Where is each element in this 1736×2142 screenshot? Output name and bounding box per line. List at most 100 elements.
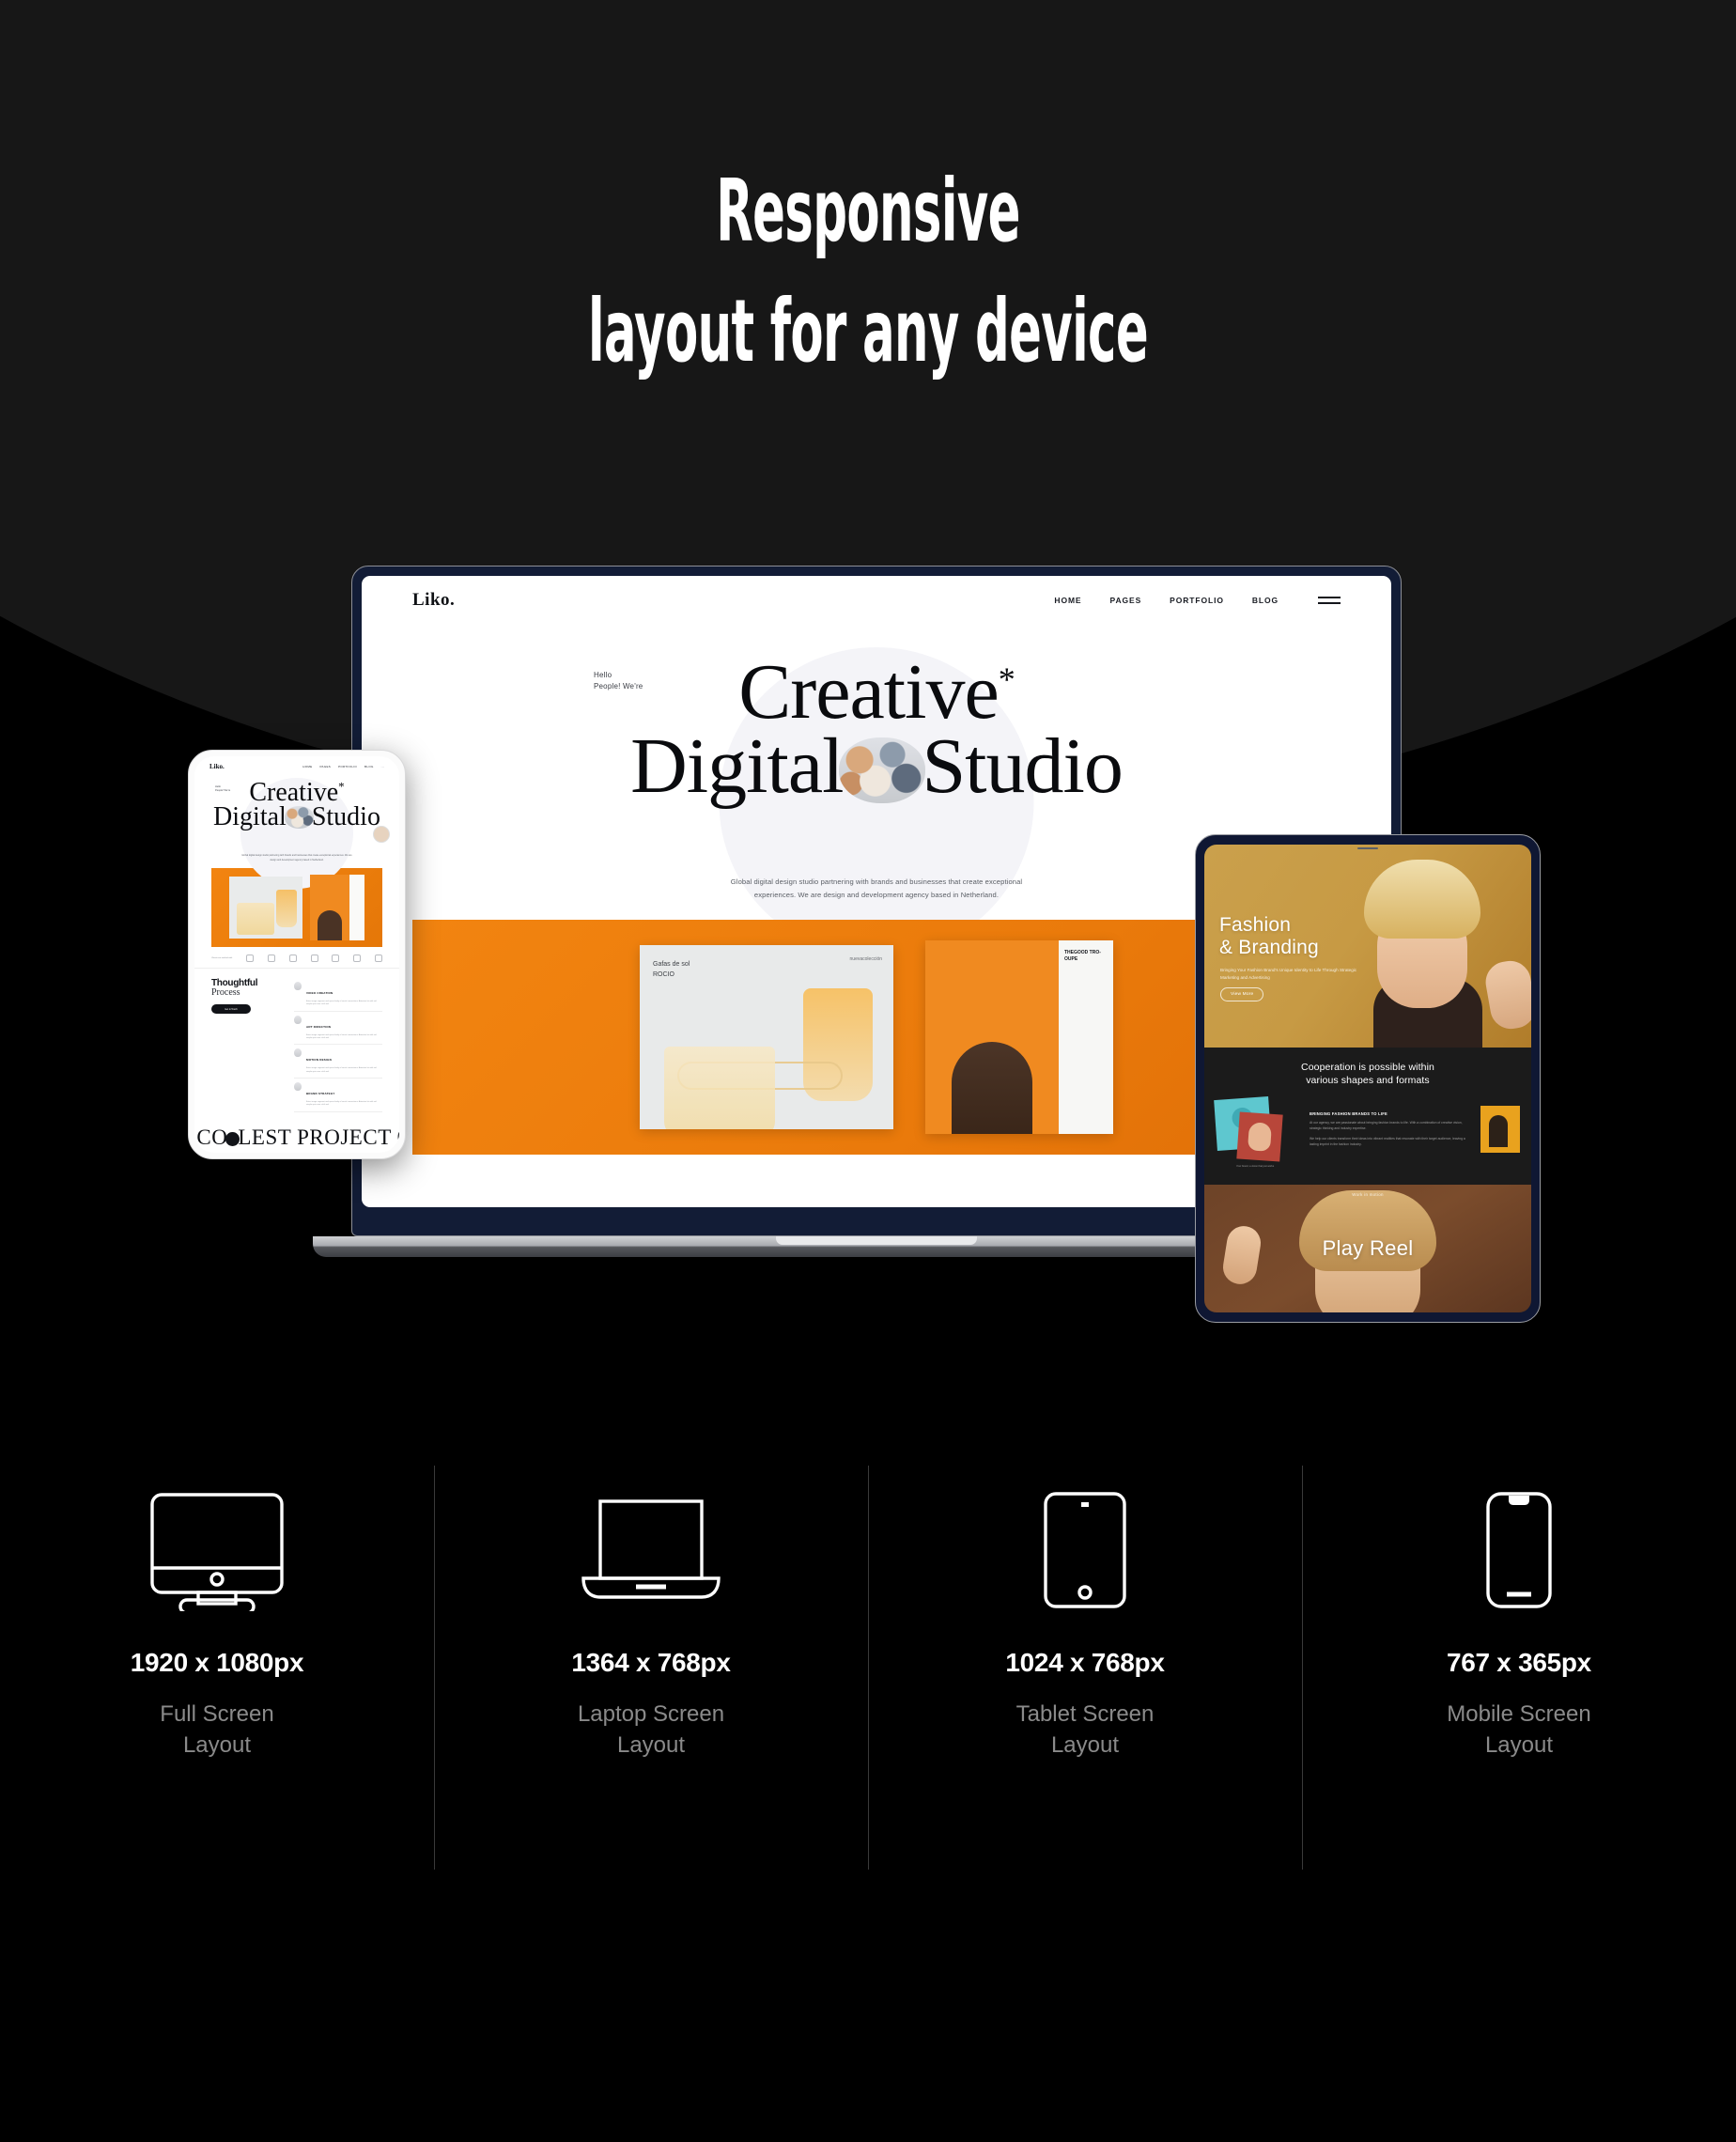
phone-eyeglasses-image	[237, 903, 274, 935]
service-text: BRAND STRATEGY Enter image segment and s…	[306, 1082, 382, 1108]
tablet-section-heading-line-2: various shapes and formats	[1306, 1075, 1430, 1087]
list-item[interactable]: VIDEO CREATION Enter image segment and s…	[294, 978, 382, 1012]
laptop-nav-portfolio[interactable]: PORTFOLIO	[1170, 596, 1224, 605]
service-name: MOTION DESIGN	[306, 1058, 332, 1063]
fashion-model-photo	[1323, 850, 1531, 1048]
tablet-feature-kicker: BRINGING FASHION BRANDS TO LIFE	[1310, 1110, 1387, 1116]
phone-gallery-card-editorial[interactable]	[229, 877, 302, 939]
gallery-card-tag: nuevacolección	[849, 956, 882, 962]
spec-name-label: Mobile Screen Layout	[1447, 1701, 1591, 1759]
spec-item-laptop-screen: 1364 x 768px Laptop Screen Layout	[434, 1466, 868, 1907]
phone-hero-heading-word-studio: Studio	[311, 802, 380, 831]
tablet-feature-row: Your brand, a vision that just works BRI…	[1214, 1096, 1520, 1168]
gallery-card-label: Gafas de sol ROCIO	[653, 961, 690, 978]
orange-fruit-image	[664, 1047, 775, 1129]
client-logo-icon-2	[267, 955, 275, 962]
spec-item-tablet-screen: 1024 x 768px Tablet Screen Layout	[868, 1466, 1302, 1907]
laptop-nav-pages[interactable]: PAGES	[1110, 596, 1142, 605]
model-hair	[1364, 860, 1480, 939]
phone-nav-blog[interactable]: BLOG	[364, 765, 374, 768]
mobile-phone-icon	[1480, 1466, 1558, 1635]
tablet-play-reel-section[interactable]: Work in motion Play Reel	[1204, 1185, 1531, 1312]
tablet-stacked-images[interactable]: Your brand, a vision that just works	[1214, 1096, 1296, 1168]
phone-abstract-spheres-icon	[284, 806, 314, 829]
laptop-icon	[580, 1466, 722, 1635]
tablet-screen: Fashion & Branding Bringing Your Fashion…	[1204, 845, 1531, 1312]
tablet-feature-body-2: We help our clients transform their idea…	[1310, 1136, 1465, 1146]
gallery-card-editorial[interactable]: nuevacolección Gafas de sol ROCIO	[640, 945, 893, 1129]
service-glyph-icon	[294, 982, 302, 990]
tablet-gallery-caption: Your brand, a vision that just works	[1236, 1165, 1275, 1169]
laptop-hero-heading: Creative* Digital Studio	[362, 653, 1391, 806]
phone-site-logo[interactable]: Liko.	[209, 763, 225, 770]
phone-process-section: Thoughtful Process Get in Touch VIDEO CR…	[194, 969, 399, 1118]
tablet-hero-heading-line-1: Fashion	[1219, 914, 1292, 936]
view-more-button[interactable]: View More	[1220, 987, 1264, 1001]
device-mockup-stage: Liko. HOME PAGES PORTFOLIO BLOG Hello Pe…	[0, 0, 1736, 1353]
laptop-nav-home[interactable]: HOME	[1054, 596, 1081, 605]
poster-root: Responsive layout for any device Liko. H…	[0, 0, 1736, 2142]
spec-size-label: 1920 x 1080px	[130, 1648, 304, 1677]
phone-hero-heading-word-digital: Digital	[213, 802, 287, 831]
get-in-touch-button[interactable]: Get in Touch	[211, 1004, 251, 1014]
phone-gallery-text-panel	[349, 875, 364, 940]
phone-site-navbar: Liko. HOME PAGES PORTFOLIO BLOG ...	[194, 756, 399, 770]
phone-nav-pages[interactable]: PAGES	[319, 765, 331, 768]
client-logo-icon-7	[374, 955, 382, 962]
spec-size-label: 1024 x 768px	[1005, 1648, 1165, 1677]
gallery-card-magazine[interactable]: THEGOOD TRO-OUPE	[925, 940, 1113, 1134]
spec-name-label: Laptop Screen Layout	[577, 1701, 725, 1759]
laptop-hero-heading-line-2: Digital Studio	[362, 727, 1391, 806]
laptop-base-notch	[776, 1236, 977, 1245]
phone-site-nav-links: HOME PAGES PORTFOLIO BLOG ...	[302, 765, 384, 768]
hamburger-icon[interactable]	[1318, 597, 1341, 604]
phone-hero-paragraph: Global digital design studio partnering …	[241, 854, 352, 861]
client-logo-icon-4	[310, 955, 318, 962]
phone-nav-portfolio[interactable]: PORTFOLIO	[338, 765, 357, 768]
phone-portrait-photo	[318, 910, 342, 940]
gallery-card-portrait-panel	[925, 940, 1059, 1134]
phone-juice-glass-image	[276, 890, 297, 927]
phone-screen: Liko. HOME PAGES PORTFOLIO BLOG ... Hell…	[194, 756, 399, 1153]
gallery-card-brand: THEGOOD TRO-OUPE	[1064, 950, 1101, 962]
list-item[interactable]: ART DIRECTION Enter image segment and sp…	[294, 1012, 382, 1046]
tablet-feature-body-1: At our agency, we are passionate about b…	[1310, 1120, 1463, 1130]
tablet-cooperation-section: Cooperation is possible within various s…	[1204, 1048, 1531, 1185]
client-logo-icon-5	[332, 955, 340, 962]
phone-gallery-portrait-panel	[310, 875, 349, 940]
phone-marquee-right: LEST PROJECT O	[238, 1125, 399, 1149]
laptop-hero-heading-word-digital: Digital	[630, 722, 844, 811]
avatar[interactable]	[373, 826, 390, 843]
service-name: BRAND STRATEGY	[306, 1092, 335, 1096]
client-logo-icon-1	[246, 955, 255, 962]
phone-gallery-section	[211, 868, 382, 947]
laptop-site-logo[interactable]: Liko.	[412, 590, 455, 611]
list-item[interactable]: BRAND STRATEGY Enter image segment and s…	[294, 1079, 382, 1112]
play-reel-label[interactable]: Play Reel	[1323, 1236, 1414, 1261]
service-text: VIDEO CREATION Enter image segment and s…	[306, 982, 382, 1007]
phone-body: Liko. HOME PAGES PORTFOLIO BLOG ... Hell…	[188, 750, 406, 1159]
phone-hero-heading-line-2: Digital Studio	[194, 804, 399, 830]
yellow-portrait-photo[interactable]	[1480, 1106, 1520, 1154]
tablet-camera-icon	[1357, 847, 1378, 849]
silhouette-shape	[1489, 1115, 1508, 1148]
service-description: Enter image segment and space body of so…	[306, 1001, 377, 1006]
phone-projects-row	[194, 1150, 399, 1153]
spec-name-label: Tablet Screen Layout	[1015, 1701, 1155, 1759]
service-description: Enter image segment and space body of so…	[306, 1101, 377, 1107]
phone-gallery-card-magazine[interactable]	[310, 875, 364, 940]
list-item[interactable]: MOTION DESIGN Enter image segment and sp…	[294, 1045, 382, 1079]
laptop-site-navbar: Liko. HOME PAGES PORTFOLIO BLOG	[362, 576, 1391, 625]
tablet-icon	[1040, 1466, 1130, 1635]
abstract-spheres-icon	[839, 737, 926, 804]
service-name: VIDEO CREATION	[306, 991, 333, 995]
tablet-hero-section: Fashion & Branding Bringing Your Fashion…	[1204, 845, 1531, 1048]
service-description: Enter image segment and space body of so…	[306, 1067, 377, 1073]
screen-size-spec-row: 1920 x 1080px Full Screen Layout 1364 x 7…	[0, 1466, 1736, 1907]
service-name: ART DIRECTION	[306, 1024, 332, 1029]
laptop-nav-blog[interactable]: BLOG	[1252, 596, 1279, 605]
phone-nav-home[interactable]: HOME	[302, 765, 312, 768]
spec-item-mobile-screen: 767 x 365px Mobile Screen Layout	[1302, 1466, 1736, 1907]
model-hand	[1482, 957, 1531, 1032]
phone-nav-more-icon[interactable]: ...	[381, 765, 384, 768]
